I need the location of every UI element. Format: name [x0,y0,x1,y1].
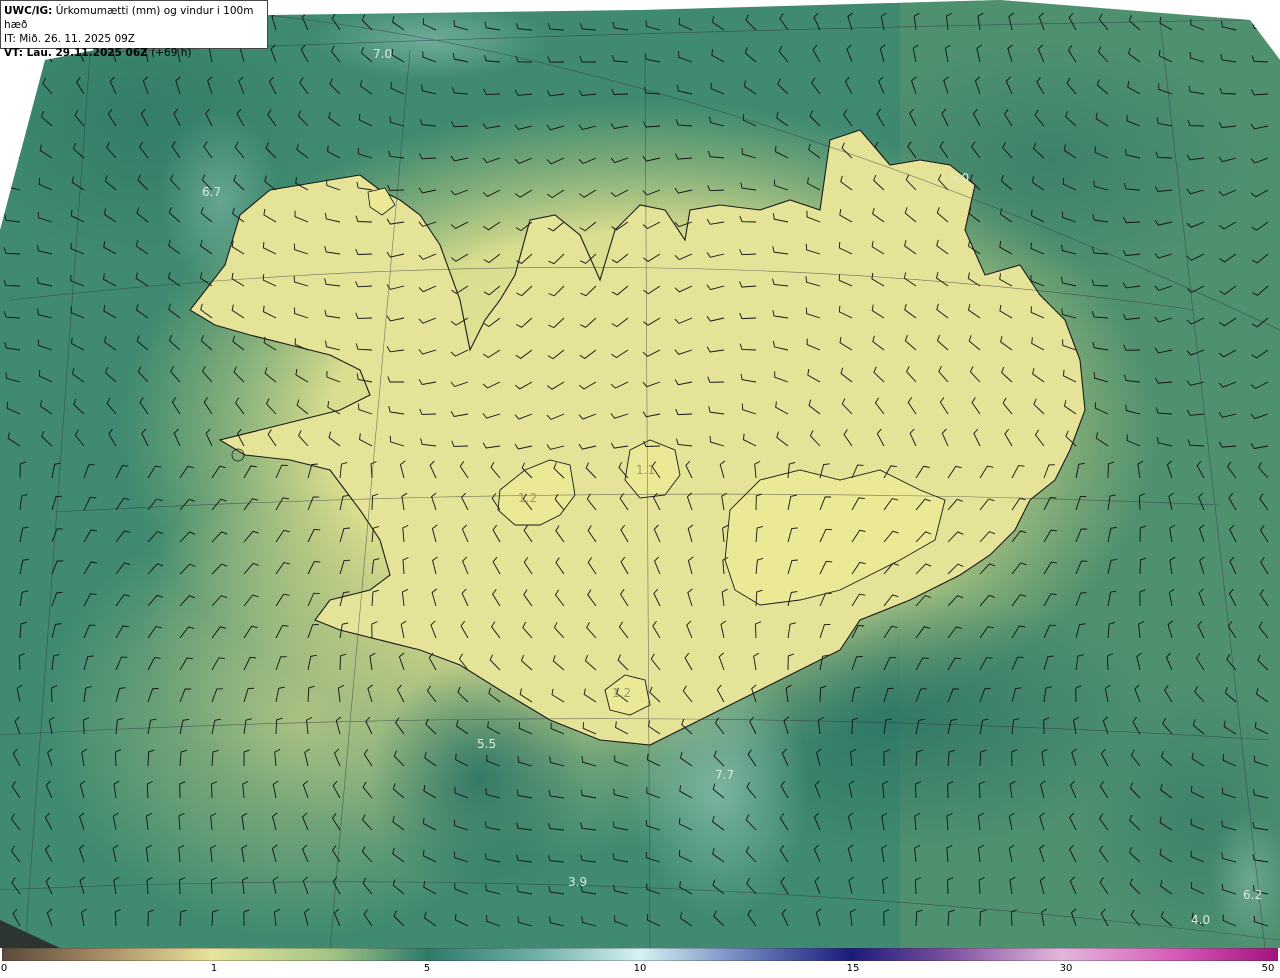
colorbar-tick: 15 [846,963,860,974]
value-label: 7.0 [373,47,392,61]
value-label: 5.5 [477,737,496,751]
map-info-box: UWC/IG: Úrkomumætti (mm) og vindur i 100… [0,0,268,59]
value-label: 1.2 [612,686,631,700]
value-label: 6.7 [202,185,221,199]
value-label: 3.9 [568,875,587,889]
value-label: 4.0 [1191,913,1210,927]
value-label: 5.0 [950,171,969,185]
value-label: 1.2 [518,491,537,505]
map-title: UWC/IG: Úrkomumætti (mm) og vindur i 100… [4,5,254,31]
colorbar-tick: 5 [423,963,431,974]
colorbar-gradient [2,948,1278,961]
precipitation-map[interactable]: 7.0 6.7 5.0 1.1 1.2 5.5 7.7 3.9 6.2 4.0 … [0,0,1280,948]
map-svg: 7.0 6.7 5.0 1.1 1.2 5.5 7.7 3.9 6.2 4.0 … [0,0,1280,948]
field-layer: 7.0 6.7 5.0 1.1 1.2 5.5 7.7 3.9 6.2 4.0 … [0,0,1280,948]
value-label: 7.7 [715,768,734,782]
colorbar-tick: 1 [210,963,218,974]
colorbar-tick: 50 [1261,963,1275,974]
valid-time: VT: Lau. 29.11.2025 06Z (+69 h) [4,47,192,59]
colorbar-tick: 0 [0,963,8,974]
value-label: 1.1 [636,463,655,477]
colorbar-tick: 10 [633,963,647,974]
colorbar-tick: 30 [1059,963,1073,974]
value-label: 6.2 [1243,888,1262,902]
colorbar: 0 1 5 10 15 30 50 [0,948,1280,978]
initial-time: IT: Mið. 26. 11. 2025 09Z [4,33,135,45]
